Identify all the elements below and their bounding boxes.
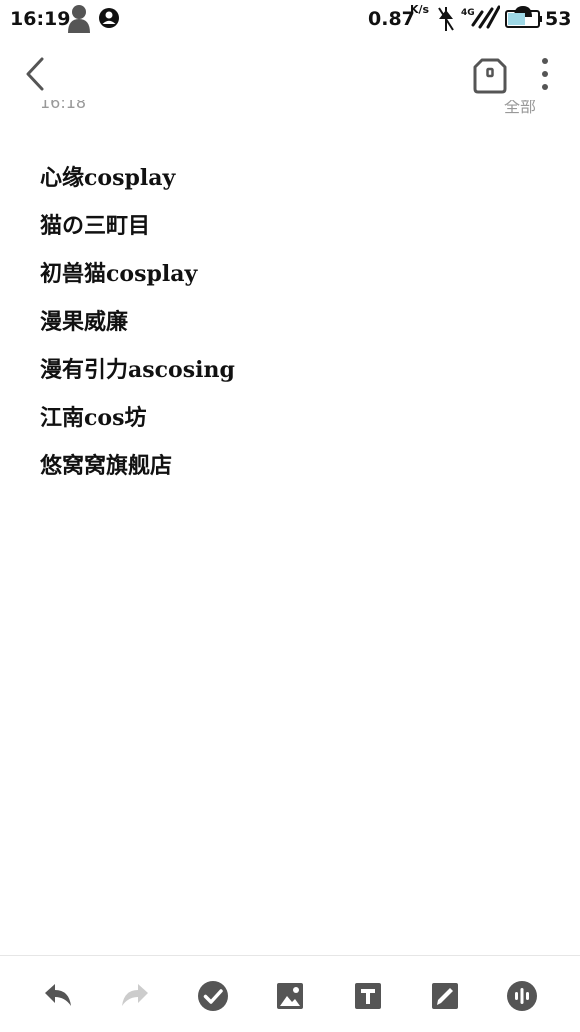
- person-silhouette-icon: [66, 3, 92, 38]
- note-meta: 16:18 全部: [40, 100, 540, 120]
- tag-icon: [470, 58, 510, 100]
- checklist-icon: [195, 981, 231, 1018]
- redo-icon: [117, 984, 153, 1018]
- more-options-button[interactable]: [532, 56, 558, 96]
- no-signal-icon: [436, 5, 456, 38]
- note-line[interactable]: 江南cos坊: [40, 400, 235, 448]
- audio-icon: [504, 981, 540, 1018]
- note-line[interactable]: 悠窝窝旗舰店: [40, 448, 235, 496]
- editor-toolbar: [0, 955, 580, 1032]
- back-button[interactable]: [18, 54, 54, 94]
- status-time: 16:19: [10, 8, 71, 30]
- checklist-button[interactable]: [195, 978, 231, 1014]
- signal-icon: [470, 3, 501, 34]
- note-line[interactable]: 漫有引力ascosing: [40, 352, 235, 400]
- draw-icon: [427, 983, 463, 1018]
- image-button[interactable]: [272, 978, 308, 1014]
- status-bar: 16:19 0.87 K/s 4G 53: [0, 0, 580, 38]
- note-folder[interactable]: 全部: [504, 100, 536, 117]
- audio-button[interactable]: [504, 978, 540, 1014]
- image-icon: [272, 983, 308, 1018]
- text-format-button[interactable]: [350, 978, 386, 1014]
- draw-button[interactable]: [427, 978, 463, 1014]
- battery-icon: [505, 10, 543, 33]
- note-date: 16:18: [40, 100, 87, 112]
- tag-button[interactable]: [470, 56, 510, 96]
- account-icon: [98, 7, 120, 34]
- note-line[interactable]: 心缘cosplay: [40, 160, 235, 208]
- note-line[interactable]: 猫の三町目: [40, 208, 235, 256]
- text-format-icon: [350, 983, 386, 1018]
- note-toolbar: [0, 44, 580, 104]
- note-line[interactable]: 漫果威廉: [40, 304, 235, 352]
- note-line[interactable]: 初兽猫cosplay: [40, 256, 235, 304]
- battery-level: 53: [545, 8, 572, 30]
- undo-button[interactable]: [40, 978, 76, 1014]
- net-speed: 0.87: [368, 8, 415, 30]
- undo-icon: [40, 984, 76, 1018]
- net-speed-unit: K/s: [410, 3, 430, 16]
- back-icon: [18, 57, 54, 98]
- more-vert-icon: [532, 58, 558, 100]
- redo-button[interactable]: [117, 978, 153, 1014]
- note-body[interactable]: 心缘cosplay 猫の三町目 初兽猫cosplay 漫果威廉 漫有引力asco…: [40, 160, 235, 496]
